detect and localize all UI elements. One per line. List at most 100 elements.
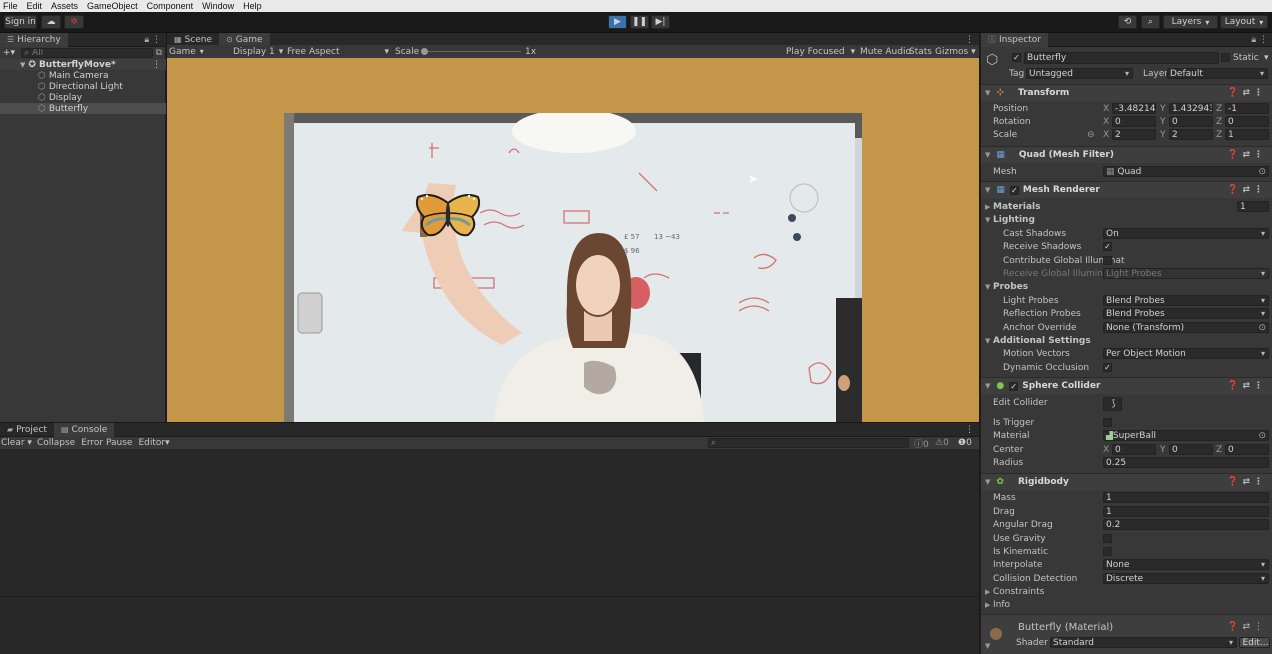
component-actions-icon[interactable]: ❓⇄⋮ xyxy=(1227,622,1267,632)
center-y-field[interactable]: 0 xyxy=(1169,444,1213,455)
chevron-down-icon[interactable]: ▼ xyxy=(985,186,990,194)
panel-menu-icon[interactable]: ⋮ xyxy=(965,425,974,435)
game-mode-dropdown[interactable]: Game xyxy=(169,47,227,57)
mass-field[interactable]: 1 xyxy=(1103,492,1269,503)
rotation-y-field[interactable]: 0 xyxy=(1169,116,1213,127)
transform-header[interactable]: ▼ ⊹ Transform ❓⇄⋮ xyxy=(981,84,1272,101)
contribute-gi-checkbox[interactable] xyxy=(1103,256,1112,265)
layout-dropdown[interactable]: Layout xyxy=(1220,15,1268,29)
hierarchy-item-display[interactable]: ⬡ Display xyxy=(0,92,166,103)
menu-component[interactable]: Component xyxy=(147,1,194,11)
editor-dropdown[interactable]: Editor▾ xyxy=(138,438,169,448)
lock-icon[interactable]: 🔒︎ ⋮ xyxy=(144,35,161,45)
static-dropdown-icon[interactable]: ▾ xyxy=(1264,53,1269,63)
sphere-collider-header[interactable]: ▼ ● ✓ Sphere Collider ❓⇄⋮ xyxy=(981,377,1272,394)
light-probes-dropdown[interactable]: Blend Probes xyxy=(1103,295,1269,306)
stats-toggle[interactable]: Stats xyxy=(909,47,932,57)
edit-collider-button[interactable]: ⟆ xyxy=(1103,397,1122,411)
display-dropdown[interactable]: Display 1 ▾ xyxy=(233,47,283,57)
component-actions-icon[interactable]: ❓⇄⋮ xyxy=(1227,477,1267,487)
log-count[interactable]: ⓘ0 xyxy=(914,437,929,450)
chevron-down-icon[interactable]: ▼ xyxy=(985,382,990,390)
hierarchy-item-main-camera[interactable]: ⬡ Main Camera xyxy=(0,70,166,81)
cloud-icon[interactable]: ☁ xyxy=(41,15,61,29)
chevron-down-icon[interactable]: ▼ xyxy=(20,61,25,69)
active-checkbox[interactable]: ✓ xyxy=(1012,53,1021,62)
menu-help[interactable]: Help xyxy=(243,1,262,11)
center-z-field[interactable]: 0 xyxy=(1225,444,1269,455)
center-x-field[interactable]: 0 xyxy=(1112,444,1156,455)
tag-dropdown[interactable]: Untagged xyxy=(1026,68,1133,79)
collab-icon[interactable]: ✲ xyxy=(64,15,84,29)
materials-foldout[interactable]: Materials xyxy=(993,202,1040,212)
mesh-filter-header[interactable]: ▼ ▦ Quad (Mesh Filter) ❓⇄⋮ xyxy=(981,146,1272,163)
object-picker-icon[interactable]: ⊙ xyxy=(1258,167,1266,176)
chevron-right-icon[interactable]: ▶ xyxy=(985,588,990,596)
menu-edit[interactable]: Edit xyxy=(27,1,43,11)
hierarchy-search-input[interactable]: ⌕ All xyxy=(21,48,154,58)
chevron-down-icon[interactable]: ▼ xyxy=(985,337,990,345)
component-actions-icon[interactable]: ❓⇄⋮ xyxy=(1227,381,1267,391)
motion-vectors-dropdown[interactable]: Per Object Motion xyxy=(1103,348,1269,359)
cast-shadows-dropdown[interactable]: On xyxy=(1103,228,1269,239)
hierarchy-item-directional-light[interactable]: ⬡ Directional Light xyxy=(0,81,166,92)
chevron-down-icon[interactable]: ▼ xyxy=(985,642,990,650)
use-gravity-checkbox[interactable] xyxy=(1103,534,1112,543)
mute-audio-toggle[interactable]: Mute Audio xyxy=(860,47,911,57)
error-pause-toggle[interactable]: Error Pause xyxy=(81,438,132,448)
collision-detection-dropdown[interactable]: Discrete xyxy=(1103,573,1269,584)
search-icon[interactable]: ⌕ xyxy=(1141,15,1160,29)
play-focused-dropdown[interactable]: Play Focused ▾ xyxy=(786,47,855,57)
menu-window[interactable]: Window xyxy=(202,1,234,11)
is-trigger-checkbox[interactable] xyxy=(1103,418,1112,427)
menu-assets[interactable]: Assets xyxy=(51,1,78,11)
mesh-renderer-enabled-checkbox[interactable]: ✓ xyxy=(1009,185,1019,195)
rotation-z-field[interactable]: 0 xyxy=(1225,116,1269,127)
panel-menu-icon[interactable]: ⋮ xyxy=(965,35,974,45)
info-foldout[interactable]: Info xyxy=(993,600,1010,610)
collider-material-field[interactable]: ▟ SuperBall ⊙ xyxy=(1103,430,1269,441)
chevron-right-icon[interactable]: ▶ xyxy=(985,203,990,211)
constraints-foldout[interactable]: Constraints xyxy=(993,587,1044,597)
tab-console[interactable]: ▤ Console xyxy=(53,422,115,437)
radius-field[interactable]: 0.25 xyxy=(1103,457,1269,468)
layer-dropdown[interactable]: Default xyxy=(1167,68,1268,79)
component-actions-icon[interactable]: ❓⇄⋮ xyxy=(1227,185,1267,195)
scale-z-field[interactable]: 1 xyxy=(1225,129,1269,140)
add-icon[interactable]: +▾ xyxy=(3,48,15,58)
additional-settings-foldout[interactable]: Additional Settings xyxy=(993,336,1091,346)
chevron-down-icon[interactable]: ▼ xyxy=(985,283,990,291)
position-z-field[interactable]: -1 xyxy=(1225,103,1269,114)
pause-button[interactable]: ❚❚ xyxy=(630,15,649,29)
lighting-foldout[interactable]: Lighting xyxy=(993,215,1035,225)
scale-y-field[interactable]: 2 xyxy=(1169,129,1213,140)
is-kinematic-checkbox[interactable] xyxy=(1103,547,1112,556)
object-picker-icon[interactable]: ⊙ xyxy=(1258,323,1266,332)
layers-dropdown[interactable]: Layers xyxy=(1163,15,1218,29)
shader-dropdown[interactable]: Standard xyxy=(1050,637,1237,648)
interpolate-dropdown[interactable]: None xyxy=(1103,559,1269,570)
scale-slider[interactable] xyxy=(423,51,521,52)
tab-hierarchy[interactable]: ☰ Hierarchy xyxy=(0,32,68,47)
object-picker-icon[interactable]: ⊙ xyxy=(1258,431,1266,440)
hierarchy-scene-row[interactable]: ▼ ✪ ButterflyMove* ⋮ xyxy=(0,59,166,70)
chevron-down-icon[interactable]: ▼ xyxy=(985,151,990,159)
position-y-field[interactable]: 1.432943 xyxy=(1169,103,1213,114)
rigidbody-header[interactable]: ▼ ✿ Rigidbody ❓⇄⋮ xyxy=(981,473,1272,490)
probes-foldout[interactable]: Probes xyxy=(993,282,1028,292)
dynamic-occlusion-checkbox[interactable]: ✓ xyxy=(1103,363,1112,372)
chevron-right-icon[interactable]: ▶ xyxy=(985,601,990,609)
receive-shadows-checkbox[interactable]: ✓ xyxy=(1103,242,1112,251)
clear-button[interactable]: Clear ▾ xyxy=(1,438,32,448)
menu-file[interactable]: File xyxy=(3,1,18,11)
lock-icon[interactable]: 🔒︎ ⋮ xyxy=(1251,35,1268,45)
menu-gameobject[interactable]: GameObject xyxy=(87,1,138,11)
scale-x-field[interactable]: 2 xyxy=(1112,129,1156,140)
play-button[interactable]: ▶ xyxy=(608,15,627,29)
step-button[interactable]: ▶| xyxy=(651,15,670,29)
component-actions-icon[interactable]: ❓⇄⋮ xyxy=(1227,88,1267,98)
materials-count-field[interactable]: 1 xyxy=(1237,201,1269,212)
scale-slider-handle[interactable] xyxy=(421,48,428,55)
reflection-probes-dropdown[interactable]: Blend Probes xyxy=(1103,308,1269,319)
aspect-dropdown[interactable]: Free Aspect ▾ xyxy=(287,47,389,57)
